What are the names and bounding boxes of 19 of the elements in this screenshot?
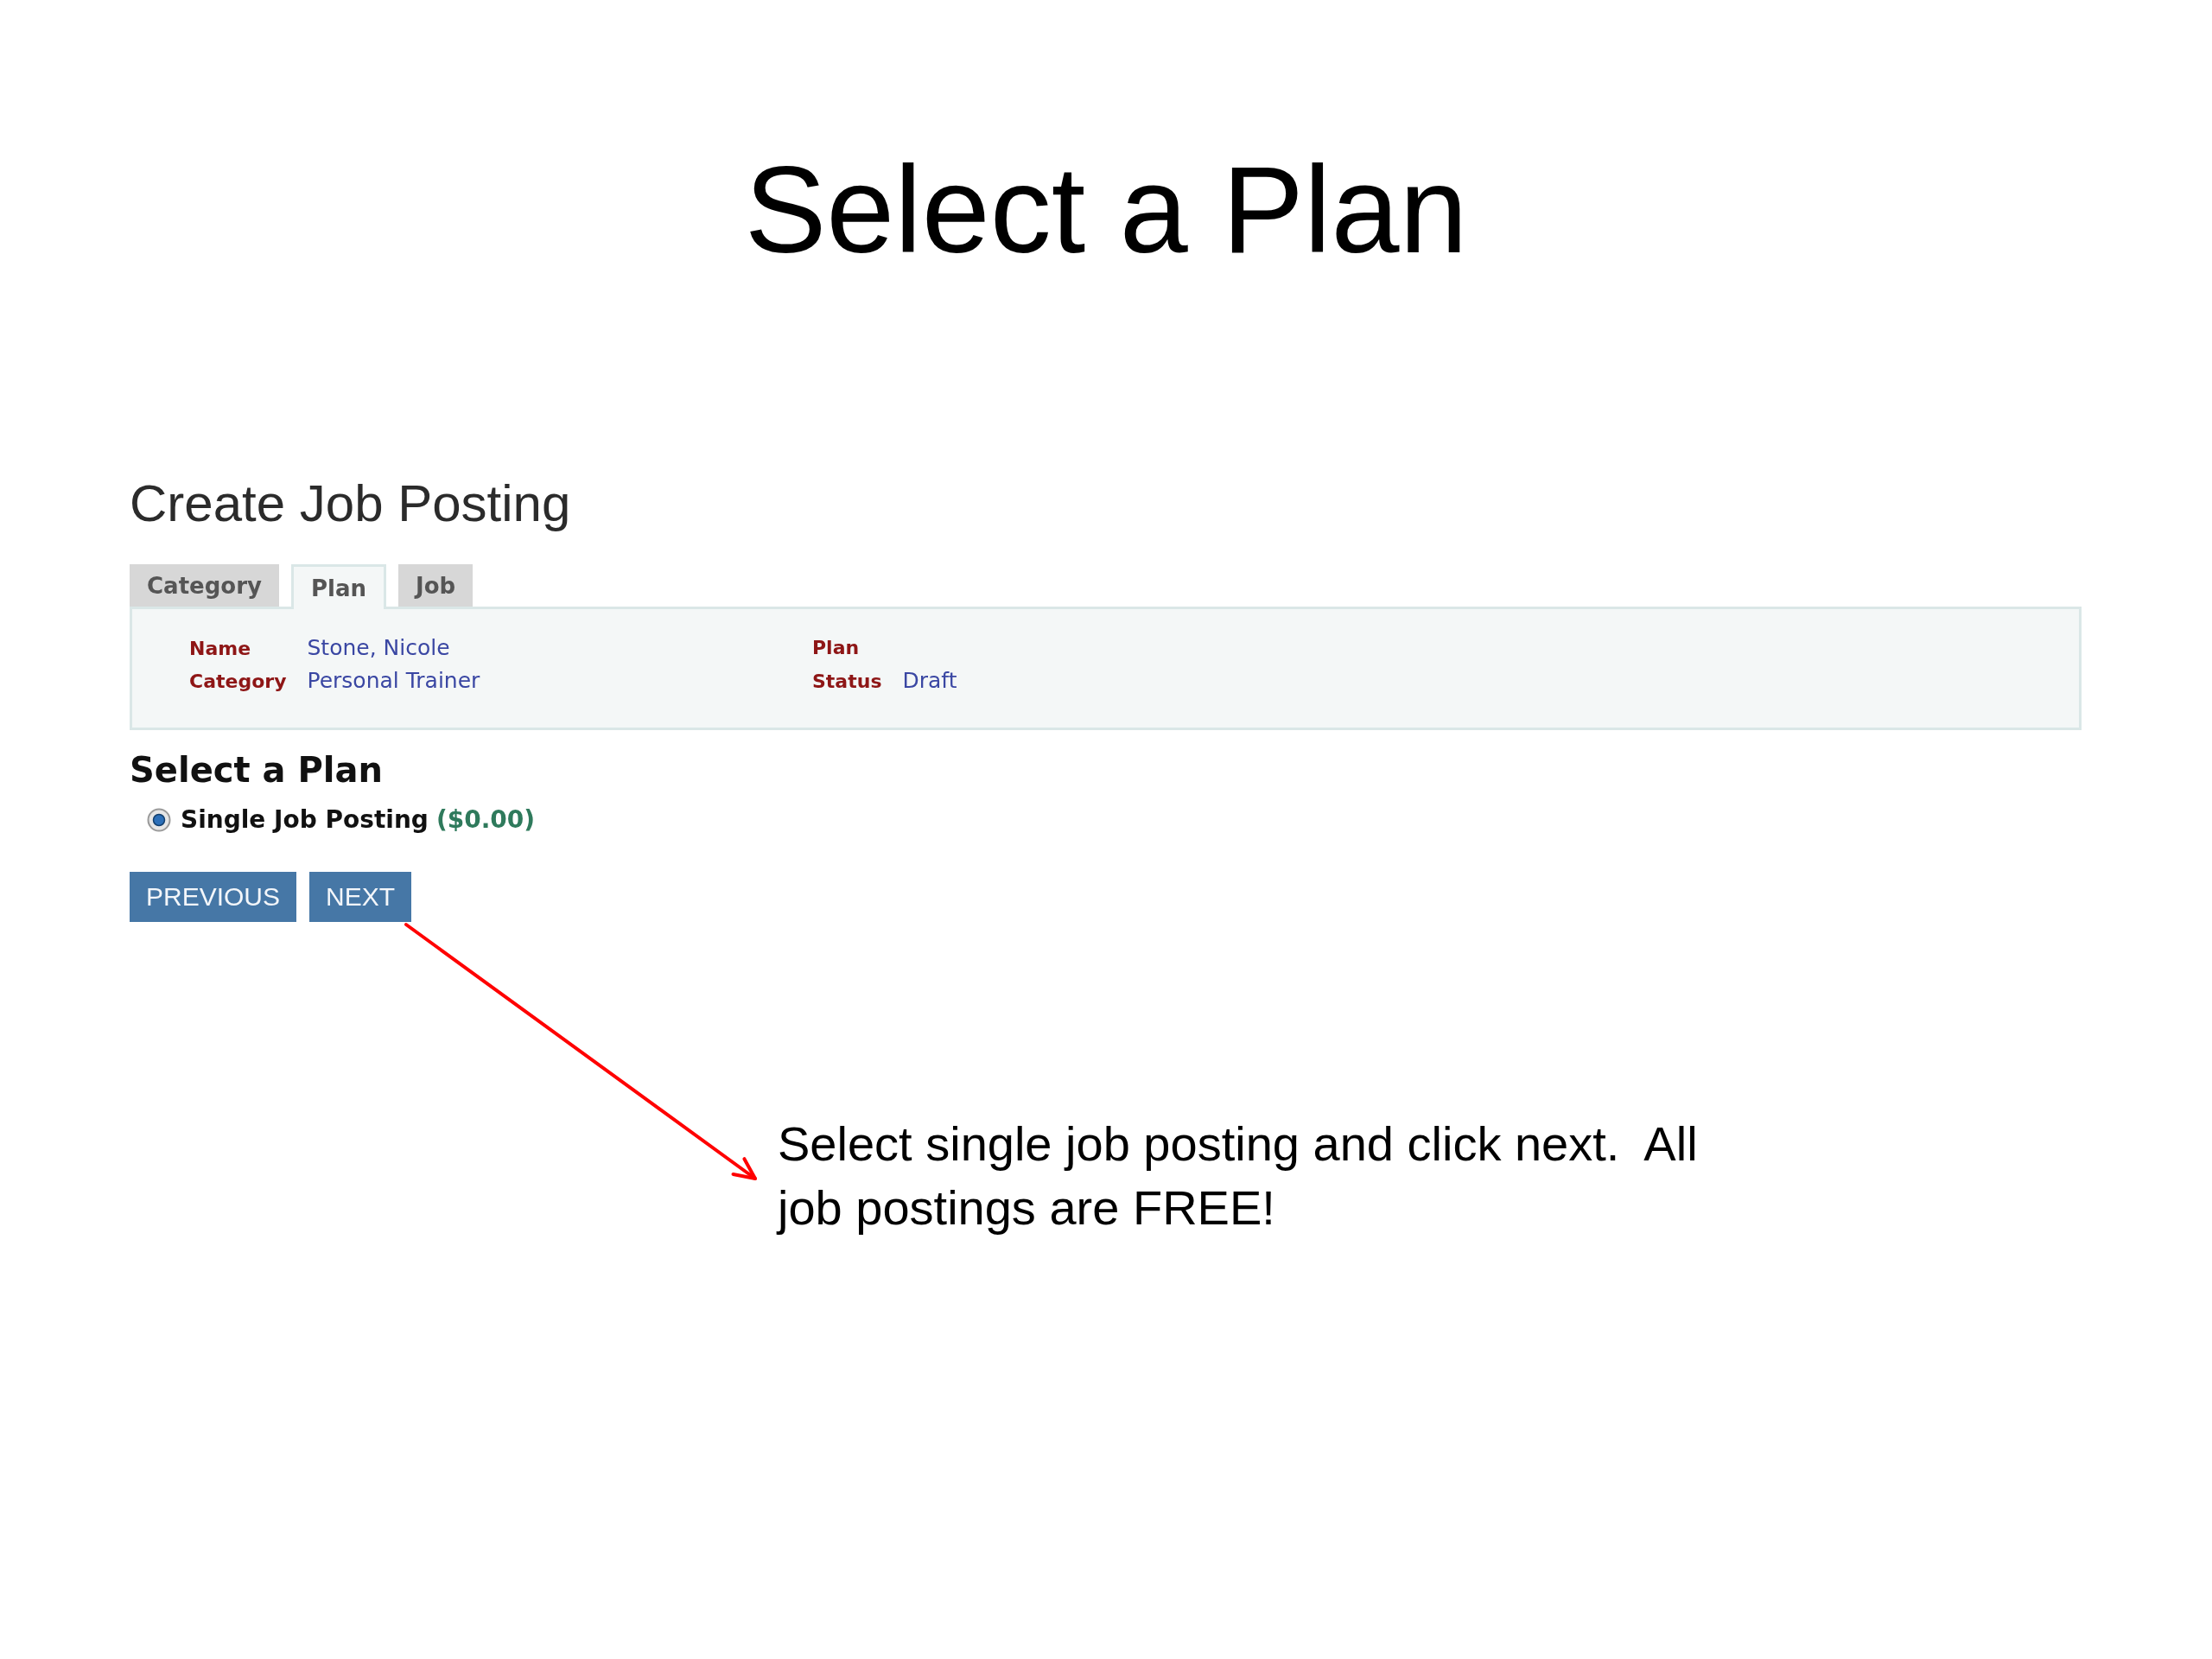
page-heading: Create Job Posting <box>130 474 571 534</box>
field-label: Status <box>812 669 882 694</box>
slide-title: Select a Plan <box>744 140 1468 280</box>
section-heading: Select a Plan <box>130 749 383 791</box>
tab[interactable]: Plan <box>290 564 386 609</box>
field-value: Draft <box>902 666 957 695</box>
radio-button[interactable] <box>147 808 171 832</box>
field-value: Personal Trainer <box>307 667 480 695</box>
field-value: Stone, Nicole <box>307 634 451 662</box>
tab[interactable]: Job <box>397 564 474 607</box>
field-label: Plan <box>812 636 861 660</box>
nav-button[interactable]: PREVIOUS <box>130 872 297 922</box>
annotation-text: Select single job posting and click next. All job postings are FREE! <box>778 1116 1699 1236</box>
field-label: Category <box>189 670 287 694</box>
field-label: Name <box>189 637 252 661</box>
nav-button[interactable]: NEXT <box>309 872 412 922</box>
option-label: Single Job Posting <box>181 804 429 836</box>
tab[interactable]: Category <box>130 564 279 607</box>
option-price: ($0.00) <box>435 804 536 836</box>
